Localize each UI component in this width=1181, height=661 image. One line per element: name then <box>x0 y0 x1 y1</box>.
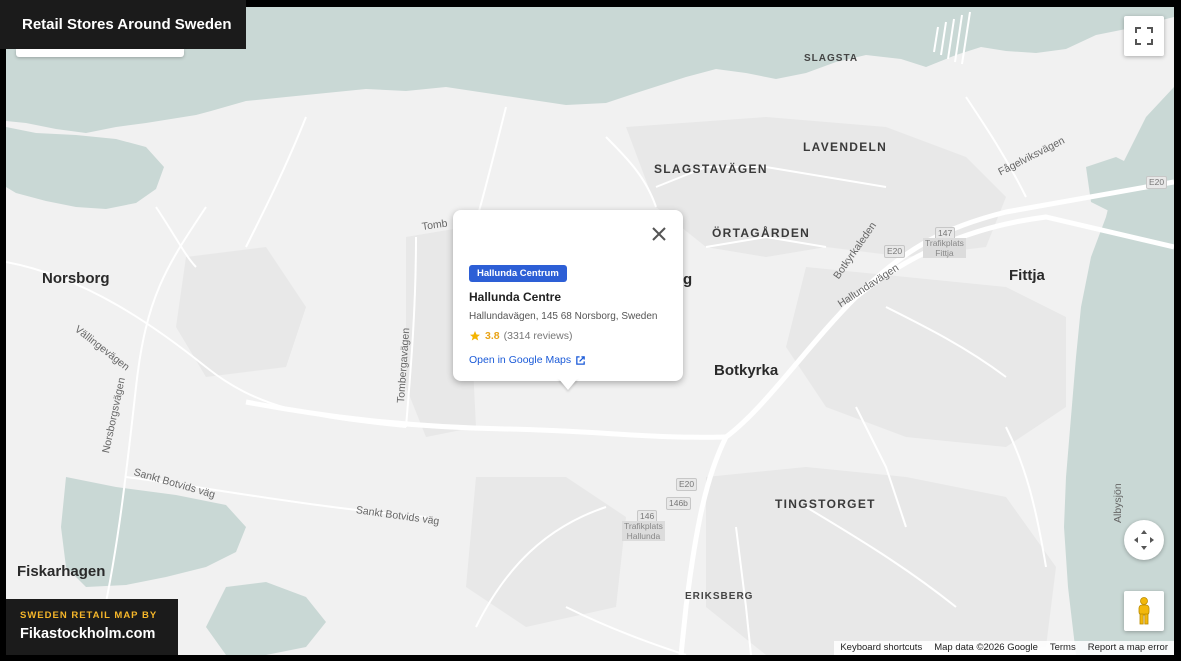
info-window-pointer <box>558 378 578 390</box>
shield-e20-a: E20 <box>1146 176 1168 189</box>
area-label-line: Fittja <box>923 248 966 258</box>
brand-site[interactable]: Fikastockholm.com <box>20 626 178 642</box>
open-in-google-maps-link[interactable]: Open in Google Maps <box>469 354 683 366</box>
area-trafikplats-hallunda: Trafikplats Hallunda <box>622 521 665 541</box>
star-icon <box>470 331 480 341</box>
terms-link[interactable]: Terms <box>1044 641 1082 655</box>
place-ortagarden: ÖRTAGÅRDEN <box>712 226 811 240</box>
place-tingstorget: TINGSTORGET <box>775 497 876 511</box>
place-lavendeln: LAVENDELN <box>803 140 888 154</box>
street-view-button[interactable] <box>1124 591 1164 631</box>
place-category-badge: Hallunda Centrum <box>469 265 567 282</box>
pan-arrows-icon <box>1134 530 1154 550</box>
map-data-text: Map data ©2026 Google <box>934 642 1038 653</box>
area-trafikplats-fittja: Trafikplats Fittja <box>923 238 966 258</box>
place-partial-g: g <box>683 271 693 288</box>
area-label-line: Trafikplats <box>622 521 665 531</box>
place-botkyrka: Botkyrka <box>714 362 779 379</box>
place-slagsta: SLAGSTA <box>804 53 859 64</box>
report-error-link[interactable]: Report a map error <box>1082 641 1174 655</box>
place-slagstavagen: SLAGSTAVÄGEN <box>654 162 768 176</box>
camera-control-button[interactable] <box>1124 520 1164 560</box>
brand-box: SWEDEN RETAIL MAP BY Fikastockholm.com <box>6 599 178 655</box>
place-norsborg: Norsborg <box>42 270 110 287</box>
place-info-window: Hallunda Centrum Hallunda Centre Hallund… <box>453 210 683 381</box>
place-name: Hallunda Centre <box>469 290 562 304</box>
external-link-icon <box>576 355 585 365</box>
link-label: Open in Google Maps <box>469 354 572 366</box>
fullscreen-button[interactable] <box>1124 16 1164 56</box>
map-type-control[interactable] <box>16 49 184 57</box>
review-count: (3314 reviews) <box>503 330 573 342</box>
road-albysjon: Albysjön <box>1112 483 1124 523</box>
page-title: Retail Stores Around Sweden <box>0 0 246 49</box>
place-fittja: Fittja <box>1009 267 1045 284</box>
place-eriksberg: ERIKSBERG <box>685 591 754 602</box>
fullscreen-icon <box>1135 27 1153 45</box>
map-attribution: Keyboard shortcuts Map data ©2026 Google… <box>834 641 1174 655</box>
place-rating: 3.8 (3314 reviews) <box>469 330 683 342</box>
shield-146b: 146b <box>666 497 691 510</box>
brand-tagline: SWEDEN RETAIL MAP BY <box>20 610 158 621</box>
shield-e20-b: E20 <box>884 245 906 258</box>
close-icon <box>652 227 666 241</box>
close-button[interactable] <box>647 222 671 246</box>
area-label-line: Trafikplats <box>923 238 966 248</box>
pegman-icon <box>1138 597 1150 625</box>
place-address: Hallundavägen, 145 68 Norsborg, Sweden <box>469 311 658 322</box>
rating-value: 3.8 <box>485 330 500 342</box>
shield-e20-c: E20 <box>676 478 698 491</box>
place-fiskarhagen: Fiskarhagen <box>17 563 106 580</box>
area-label-line: Hallunda <box>622 531 665 541</box>
keyboard-shortcuts-link[interactable]: Keyboard shortcuts <box>834 641 928 655</box>
